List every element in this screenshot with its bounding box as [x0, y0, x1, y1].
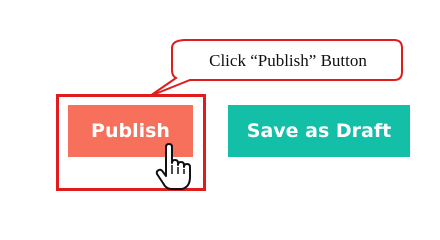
hand-pointer-icon: [155, 143, 191, 190]
publish-button-label: Publish: [91, 120, 170, 142]
save-as-draft-button-label: Save as Draft: [246, 120, 392, 142]
callout-text: Click “Publish” Button: [209, 51, 367, 70]
save-as-draft-button[interactable]: Save as Draft: [228, 105, 410, 157]
